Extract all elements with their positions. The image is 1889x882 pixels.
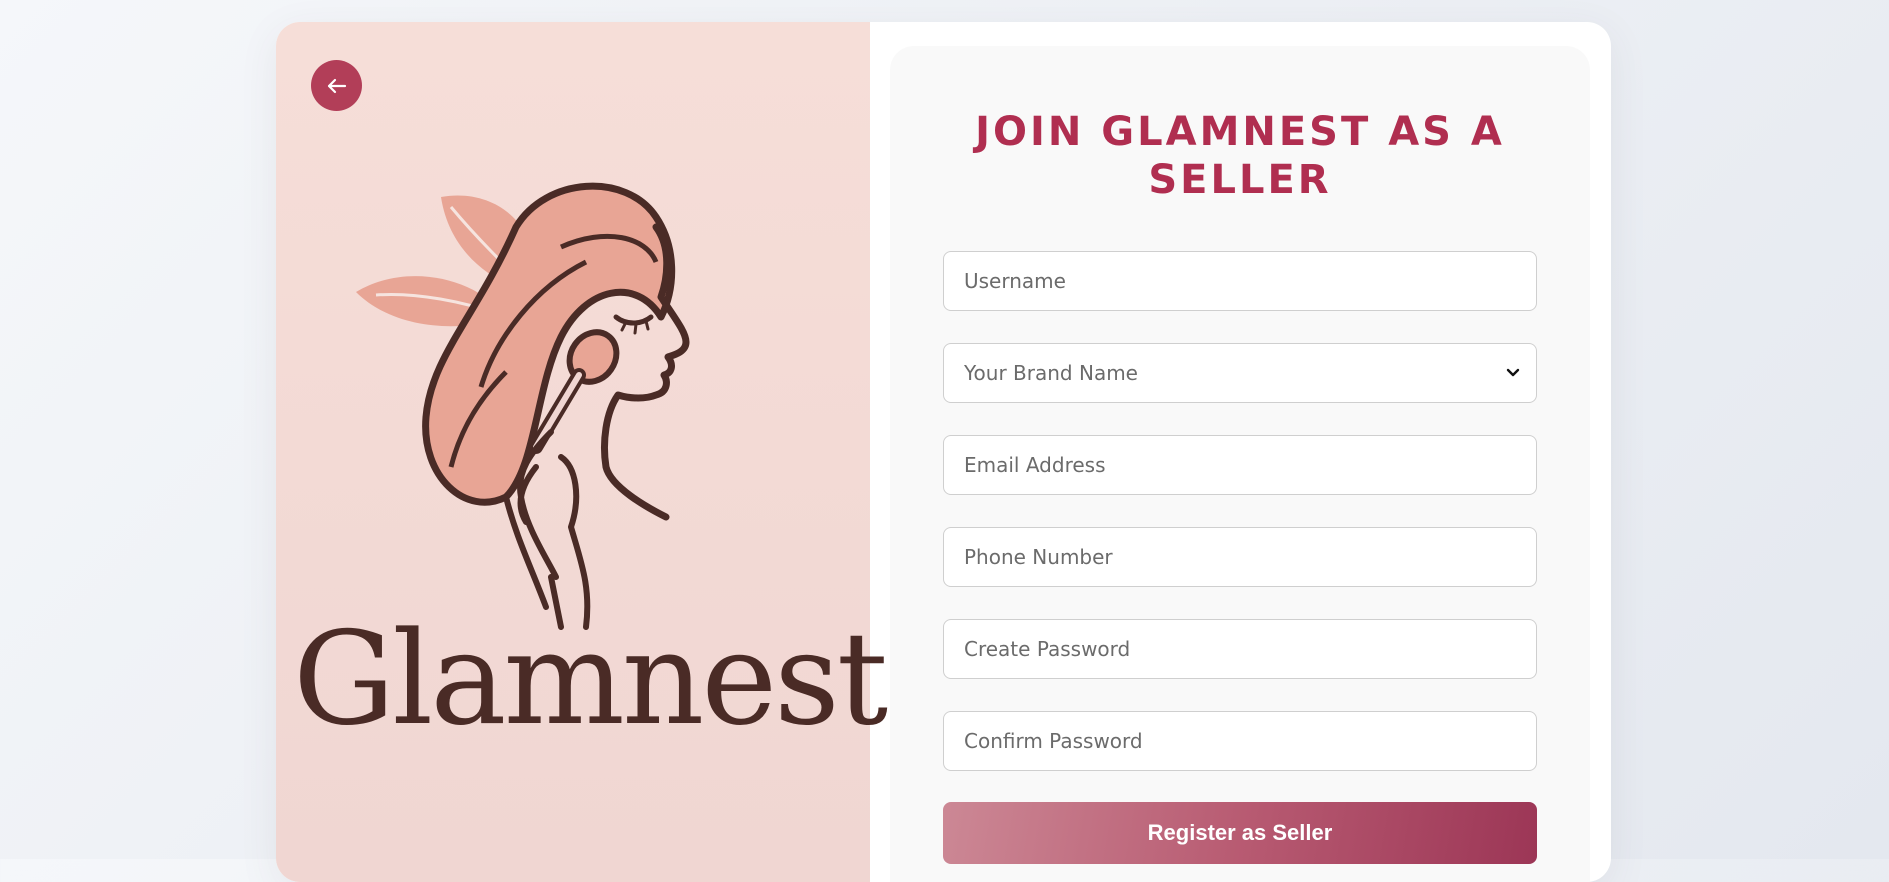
registration-form-panel: JOIN GLAMNEST AS A SELLER Your Brand Nam… — [890, 46, 1590, 882]
back-button[interactable] — [311, 60, 362, 111]
registration-card: Glamnest JOIN GLAMNEST AS A SELLER Your … — [276, 22, 1611, 882]
phone-input[interactable] — [943, 527, 1537, 587]
register-seller-button[interactable]: Register as Seller — [943, 802, 1537, 864]
brand-name-select[interactable]: Your Brand Name — [943, 343, 1537, 403]
chevron-down-icon — [1506, 368, 1520, 377]
brand-wordmark: Glamnest — [293, 605, 888, 754]
confirm-password-input[interactable] — [943, 711, 1537, 771]
brand-panel: Glamnest — [276, 22, 888, 882]
form-title: JOIN GLAMNEST AS A SELLER — [975, 109, 1505, 203]
brand-name-select-value: Your Brand Name — [964, 361, 1138, 385]
create-password-input[interactable] — [943, 619, 1537, 679]
woman-profile-logo-icon — [356, 182, 690, 630]
username-input[interactable] — [943, 251, 1537, 311]
email-input[interactable] — [943, 435, 1537, 495]
arrow-left-icon — [327, 78, 346, 93]
